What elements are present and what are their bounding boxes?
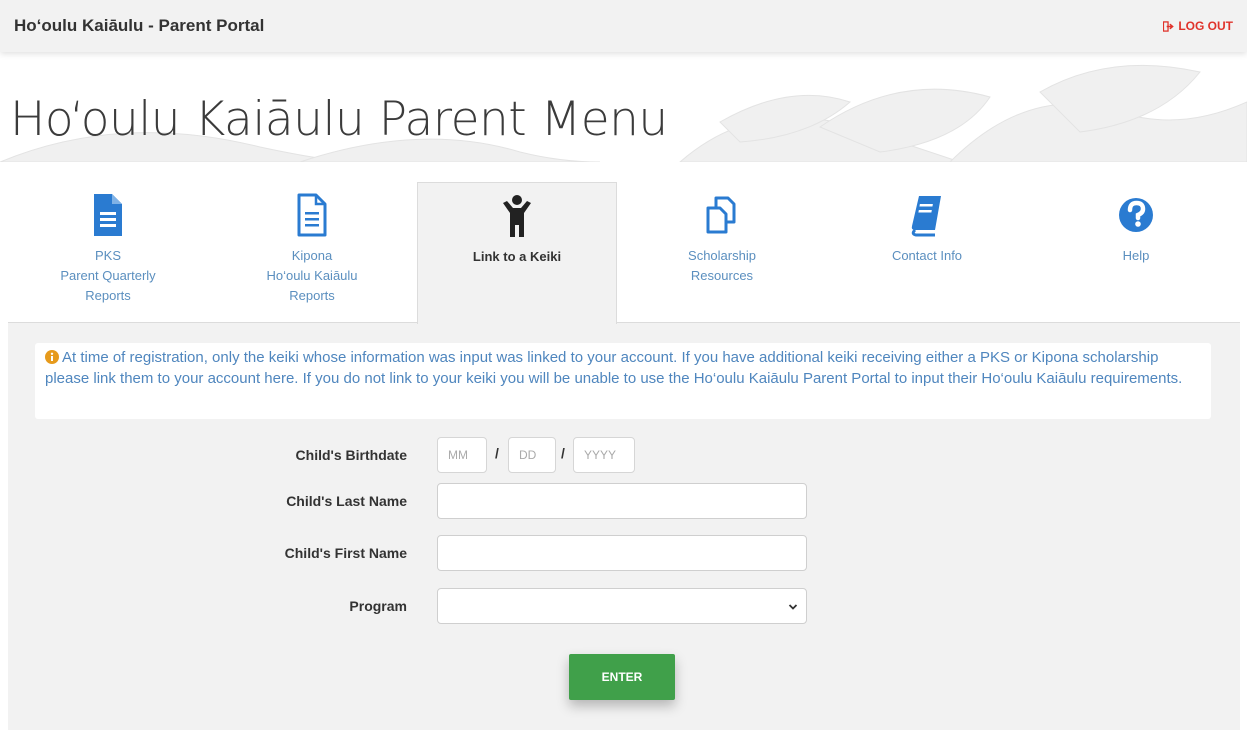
tab-pks-parent-quarterly-reports[interactable]: PKS Parent Quarterly Reports: [8, 182, 208, 322]
child-icon: [503, 195, 531, 237]
document-outline-icon: [297, 193, 327, 237]
birth-day-input[interactable]: DD: [508, 437, 556, 473]
book-icon: [911, 196, 941, 237]
app-title: Ho‘oulu Kaiāulu - Parent Portal: [14, 16, 265, 35]
last-name-row: Child's Last Name: [8, 483, 1240, 519]
tab-label-line: Ho‘oulu Kaiāulu: [266, 268, 358, 283]
enter-button[interactable]: ENTER: [569, 654, 675, 700]
info-alert: At time of registration, only the keiki …: [35, 343, 1211, 419]
date-separator: /: [561, 445, 565, 461]
logout-icon: [1163, 20, 1175, 32]
menu-tabs: PKS Parent Quarterly Reports Kipona Ho‘o…: [8, 182, 1240, 324]
info-alert-text: At time of registration, only the keiki …: [45, 349, 1183, 387]
first-name-row: Child's First Name: [8, 535, 1240, 571]
copy-icon: [706, 196, 736, 234]
program-label: Program: [349, 598, 407, 614]
tab-label-line: Help: [1122, 248, 1150, 263]
tab-scholarship-resources[interactable]: Scholarship Resources: [622, 182, 822, 322]
question-circle-icon: [1119, 198, 1153, 232]
tab-label-line: Link to a Keiki: [472, 249, 562, 264]
last-name-input[interactable]: [437, 483, 807, 519]
tab-label-line: Resources: [690, 268, 754, 283]
logout-label: LOG OUT: [1178, 19, 1233, 33]
info-icon: [45, 350, 59, 364]
date-separator: /: [495, 445, 499, 461]
first-name-input[interactable]: [437, 535, 807, 571]
birthdate-row: Child's Birthdate MM / DD / YYYY: [8, 437, 1240, 473]
chevron-down-icon: [788, 604, 798, 610]
tab-help[interactable]: Help: [1036, 182, 1236, 322]
program-select[interactable]: [437, 588, 807, 624]
tab-label-line: Scholarship: [688, 248, 756, 263]
tab-kipona-reports[interactable]: Kipona Ho‘oulu Kaiāulu Reports: [212, 182, 412, 322]
birth-year-input[interactable]: YYYY: [573, 437, 635, 473]
page-title: Ho‘oulu Kaiāulu Parent Menu: [10, 92, 668, 147]
birthdate-label: Child's Birthdate: [295, 447, 407, 463]
logout-button[interactable]: LOG OUT: [1163, 19, 1233, 33]
tab-label-line: Parent Quarterly: [60, 268, 156, 283]
last-name-label: Child's Last Name: [286, 493, 407, 509]
document-filled-icon: [94, 194, 122, 236]
tab-label-line: Contact Info: [891, 248, 963, 263]
program-row: Program: [8, 588, 1240, 624]
tab-contact-info[interactable]: Contact Info: [827, 182, 1027, 322]
page-header: Ho‘oulu Kaiāulu Parent Menu: [0, 52, 1247, 162]
birth-month-input[interactable]: MM: [437, 437, 487, 473]
tab-label-line: PKS: [94, 248, 121, 263]
first-name-label: Child's First Name: [284, 545, 407, 561]
tab-label-line: Kipona: [291, 248, 333, 263]
tab-label-line: Reports: [85, 288, 131, 303]
tab-label-line: Reports: [289, 288, 335, 303]
top-bar: Ho‘oulu Kaiāulu - Parent Portal LOG OUT: [0, 0, 1247, 52]
link-keiki-panel: At time of registration, only the keiki …: [8, 322, 1240, 730]
tab-link-to-a-keiki[interactable]: Link to a Keiki: [417, 182, 617, 324]
